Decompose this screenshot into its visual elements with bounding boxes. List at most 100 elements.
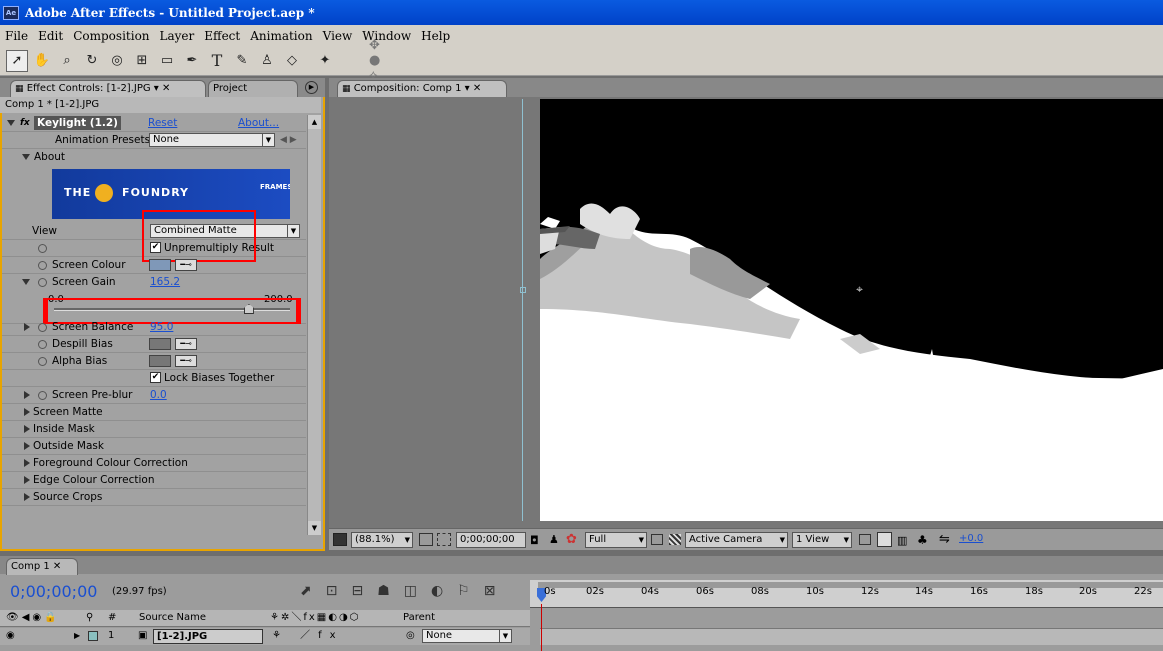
animation-presets-dropdown[interactable]: None ▼ [149,133,275,147]
stopwatch-icon[interactable] [38,278,47,287]
screen-gain-value[interactable]: 165.2 [150,274,180,290]
collapse-icon[interactable] [7,120,15,126]
close-icon[interactable]: ✕ [162,83,170,94]
reset-link[interactable]: Reset [148,115,177,131]
about-link[interactable]: About... [238,115,279,131]
visibility-eye-icon[interactable]: ◉ [6,628,15,644]
effect-name[interactable]: Keylight (1.2) [34,116,121,130]
lock-icon[interactable]: ▦ [342,84,351,94]
screen-gain-collapse-icon[interactable] [22,279,30,285]
eyedropper-icon[interactable]: ━⊸ [175,259,197,271]
current-time-field[interactable]: 0;00;00;00 [456,532,526,548]
av-features-icons[interactable]: 👁◀◉🔒 [6,610,60,626]
puppet-pin-tool-icon[interactable]: ✦ [314,50,336,72]
menu-layer[interactable]: Layer [155,29,200,43]
brush-tool-icon[interactable]: ✎ [231,50,253,72]
stopwatch-icon[interactable] [38,391,47,400]
toggle-pixel-aspect-icon[interactable] [859,534,871,545]
layer-expand-icon[interactable]: ▶ [74,628,80,644]
expand-icon[interactable] [24,408,30,416]
tab-project[interactable]: Project [208,80,298,97]
layer-duration-bar[interactable] [540,628,1163,645]
close-icon[interactable]: ✕ [50,561,61,572]
group-source-crops[interactable]: Source Crops [2,489,306,506]
timeline-timecode[interactable]: 0;00;00;00 [10,582,97,601]
timeline-icon[interactable]: ▥ [897,534,907,547]
parent-dropdown[interactable]: None ▼ [422,629,512,643]
time-ruler[interactable] [530,580,1163,608]
crosshair-icon[interactable]: ⌖ [853,283,866,296]
vertical-scrollbar[interactable]: ▲ ▼ [307,115,321,535]
region-of-interest-icon[interactable] [651,534,663,545]
expand-icon[interactable] [24,442,30,450]
lock-biases-checkbox[interactable]: ✔ [150,372,161,383]
menu-composition[interactable]: Composition [68,29,154,43]
menu-effect[interactable]: Effect [199,29,245,43]
expand-icon[interactable] [24,459,30,467]
track-camera-tool-icon[interactable]: ⊞ [131,50,153,72]
layer-name[interactable]: [1-2].JPG [153,629,263,644]
group-foreground-colour-correction[interactable]: Foreground Colour Correction [2,455,306,472]
stopwatch-icon[interactable] [38,340,47,349]
expand-icon[interactable] [24,476,30,484]
label-icon[interactable]: ⚲ [86,610,93,626]
screen-balance-value[interactable]: 95.0 [150,319,173,335]
group-outside-mask[interactable]: Outside Mask [2,438,306,455]
hand-tool-icon[interactable]: ✋ [31,50,53,72]
view-layout-dropdown[interactable]: 1 View ▼ [792,532,852,548]
group-screen-matte[interactable]: Screen Matte [2,404,306,421]
layer-row[interactable]: ◉ ▶ 1 ▣ [1-2].JPG ⚘ ／fx ◎ None ▼ [0,628,530,645]
fast-previews-icon[interactable] [877,532,892,547]
stopwatch-icon[interactable] [38,323,47,332]
rotate-tool-icon[interactable]: ↻ [81,50,103,72]
screen-colour-swatch[interactable] [149,259,171,271]
dropdown-icon[interactable]: ▾ [465,83,470,94]
lock-icon[interactable]: ▦ [15,84,24,94]
pick-whip-icon[interactable]: ◎ [406,628,415,644]
zoom-tool-icon[interactable]: ⌕ [56,50,78,72]
stopwatch-icon[interactable] [38,357,47,366]
show-snapshot-icon[interactable]: ♟ [549,533,559,546]
expand-icon[interactable] [24,391,30,399]
camera-view-dropdown[interactable]: Active Camera ▼ [685,532,788,548]
selection-tool-icon[interactable]: ➚ [6,49,28,72]
preset-nav-icon[interactable]: ◀ ▶ [280,132,297,148]
flowchart-icon[interactable]: ♣ [917,533,928,547]
about-collapse-icon[interactable] [22,154,30,160]
alpha-colour-swatch[interactable] [149,355,171,367]
composition-viewer[interactable]: ⌖ [540,99,1163,521]
tab-composition[interactable]: ▦ Composition: Comp 1 ▾ ✕ [337,80,507,97]
axis-mode-icon[interactable]: ✥ ● ⟡ [369,38,391,83]
despill-colour-swatch[interactable] [149,338,171,350]
expand-icon[interactable] [24,493,30,501]
channel-icon[interactable]: ✿ [566,532,577,547]
expand-icon[interactable] [24,323,30,331]
orbit-camera-tool-icon[interactable]: ◎ [106,50,128,72]
expand-icon[interactable] [24,425,30,433]
pasteboard-handle[interactable] [520,287,526,293]
safe-margins-icon[interactable] [419,533,433,546]
snapshot-icon[interactable] [333,533,347,546]
timeline-switches-icons[interactable]: ⬈⊡⊟☗◫◐⚐⊠ [300,583,509,599]
clone-stamp-tool-icon[interactable]: ♙ [256,50,278,72]
menu-edit[interactable]: Edit [33,29,68,43]
group-edge-colour-correction[interactable]: Edge Colour Correction [2,472,306,489]
panel-menu-icon[interactable]: ▶ [305,81,318,94]
rectangle-mask-tool-icon[interactable]: ▭ [156,50,178,72]
tab-effect-controls[interactable]: ▦ Effect Controls: [1-2].JPG ▾ ✕ [10,80,206,97]
screen-preblur-value[interactable]: 0.0 [150,387,167,403]
close-icon[interactable]: ✕ [473,83,481,94]
resolution-dropdown[interactable]: Full ▼ [585,532,647,548]
zoom-dropdown[interactable]: (88.1%) ▼ [351,532,413,548]
label-color-swatch[interactable] [88,631,98,641]
scroll-down-icon[interactable]: ▼ [308,521,321,535]
transparency-grid-icon[interactable] [669,534,681,545]
stopwatch-icon[interactable] [38,261,47,270]
pen-tool-icon[interactable]: ✒ [181,50,203,72]
scroll-up-icon[interactable]: ▲ [308,115,321,129]
stopwatch-icon[interactable] [38,244,47,253]
work-area-bar[interactable] [538,582,1163,588]
text-tool-icon[interactable]: T [206,50,228,72]
menu-file[interactable]: File [0,29,33,43]
menu-help[interactable]: Help [416,29,455,43]
